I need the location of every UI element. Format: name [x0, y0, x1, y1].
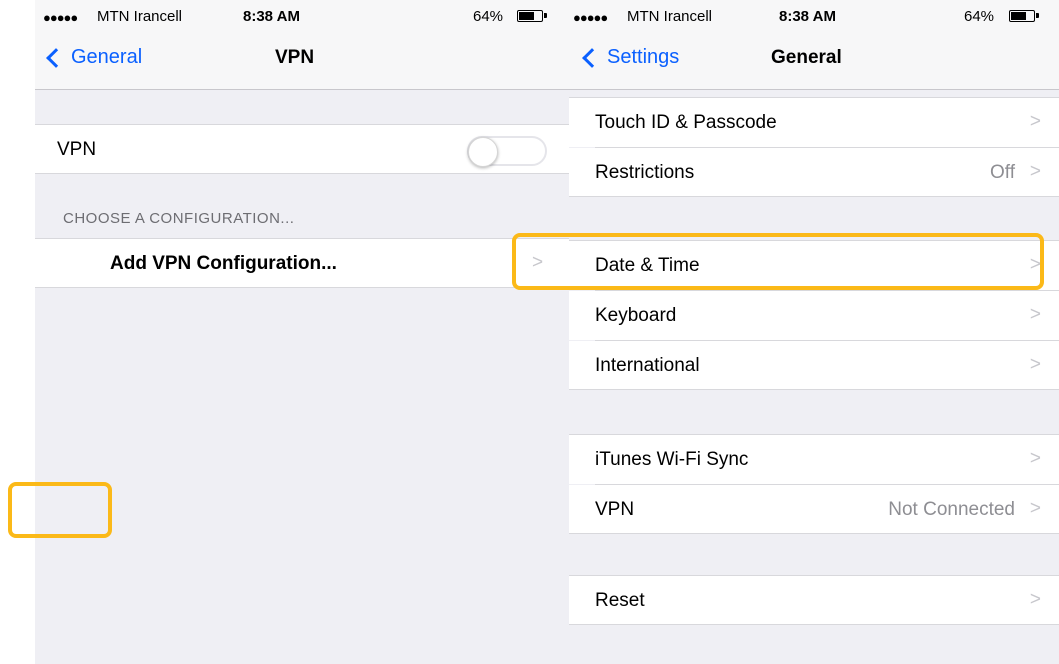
vpn-toggle[interactable] — [467, 136, 547, 167]
vpn-toggle-row: VPN — [35, 124, 569, 174]
settings-row-international[interactable]: International > — [569, 341, 1059, 390]
row-label: Keyboard — [595, 305, 677, 326]
chevron-right-icon: > — [1029, 589, 1041, 610]
status-bar: ●●●●● MTN Irancell 8:38 AM 64% — [569, 0, 1059, 40]
row-label: Restrictions — [595, 162, 695, 183]
section-header: CHOOSE A CONFIGURATION... — [63, 210, 295, 227]
row-value: Not Connected — [888, 499, 1015, 520]
row-label: Touch ID & Passcode — [595, 112, 777, 133]
signal-strength-icon: ●●●●● — [43, 10, 78, 25]
navigation-bar: Settings General — [569, 40, 1059, 90]
chevron-right-icon: > — [1029, 498, 1041, 519]
toggle-knob — [468, 137, 498, 167]
status-bar: ●●●●● MTN Irancell 8:38 AM 64% — [35, 0, 569, 40]
back-label: Settings — [607, 46, 680, 68]
highlight-box-empty-area — [8, 482, 112, 538]
status-time: 8:38 AM — [779, 8, 836, 25]
row-label: iTunes Wi-Fi Sync — [595, 449, 749, 470]
settings-row-restrictions[interactable]: Restrictions Off > — [569, 148, 1059, 197]
settings-row-itunes-wifi-sync[interactable]: iTunes Wi-Fi Sync > — [569, 434, 1059, 484]
chevron-right-icon: > — [1029, 161, 1041, 182]
back-button-settings[interactable]: Settings — [579, 46, 679, 69]
chevron-right-icon: > — [1029, 354, 1041, 375]
add-vpn-configuration-row[interactable]: Add VPN Configuration... > — [35, 238, 569, 288]
chevron-left-icon — [46, 47, 66, 68]
battery-percent: 64% — [964, 8, 995, 25]
battery-percent: 64% — [473, 8, 504, 25]
chevron-right-icon: > — [1029, 304, 1041, 325]
back-label: General — [71, 46, 143, 68]
navigation-bar: General VPN — [35, 40, 569, 90]
carrier-name: MTN Irancell — [97, 8, 183, 25]
vpn-label: VPN — [57, 139, 97, 160]
add-vpn-configuration-label: Add VPN Configuration... — [110, 253, 337, 274]
row-value: Off — [990, 162, 1015, 183]
signal-strength-icon: ●●●●● — [573, 10, 608, 25]
row-label: Reset — [595, 590, 645, 611]
status-time: 8:38 AM — [243, 8, 300, 25]
settings-row-reset[interactable]: Reset > — [569, 575, 1059, 625]
chevron-right-icon: > — [1029, 448, 1041, 469]
page-title: General — [771, 47, 842, 68]
battery-icon — [1009, 10, 1039, 22]
general-screen: ●●●●● MTN Irancell 8:38 AM 64% Settings … — [569, 0, 1059, 664]
row-label: VPN — [595, 499, 635, 520]
vpn-screen: ●●●●● MTN Irancell 8:38 AM 64% General V… — [35, 0, 569, 664]
page-title: VPN — [275, 47, 315, 68]
battery-icon — [517, 10, 547, 22]
row-label: International — [595, 355, 700, 376]
back-button-general[interactable]: General — [43, 46, 142, 69]
chevron-left-icon — [582, 47, 602, 68]
chevron-right-icon: > — [1029, 111, 1041, 132]
settings-row-touch-id-passcode[interactable]: Touch ID & Passcode > — [569, 97, 1059, 147]
highlight-box-date-time — [512, 233, 1044, 290]
settings-row-vpn[interactable]: VPN Not Connected > — [569, 485, 1059, 534]
carrier-name: MTN Irancell — [627, 8, 713, 25]
settings-row-keyboard[interactable]: Keyboard > — [569, 291, 1059, 340]
